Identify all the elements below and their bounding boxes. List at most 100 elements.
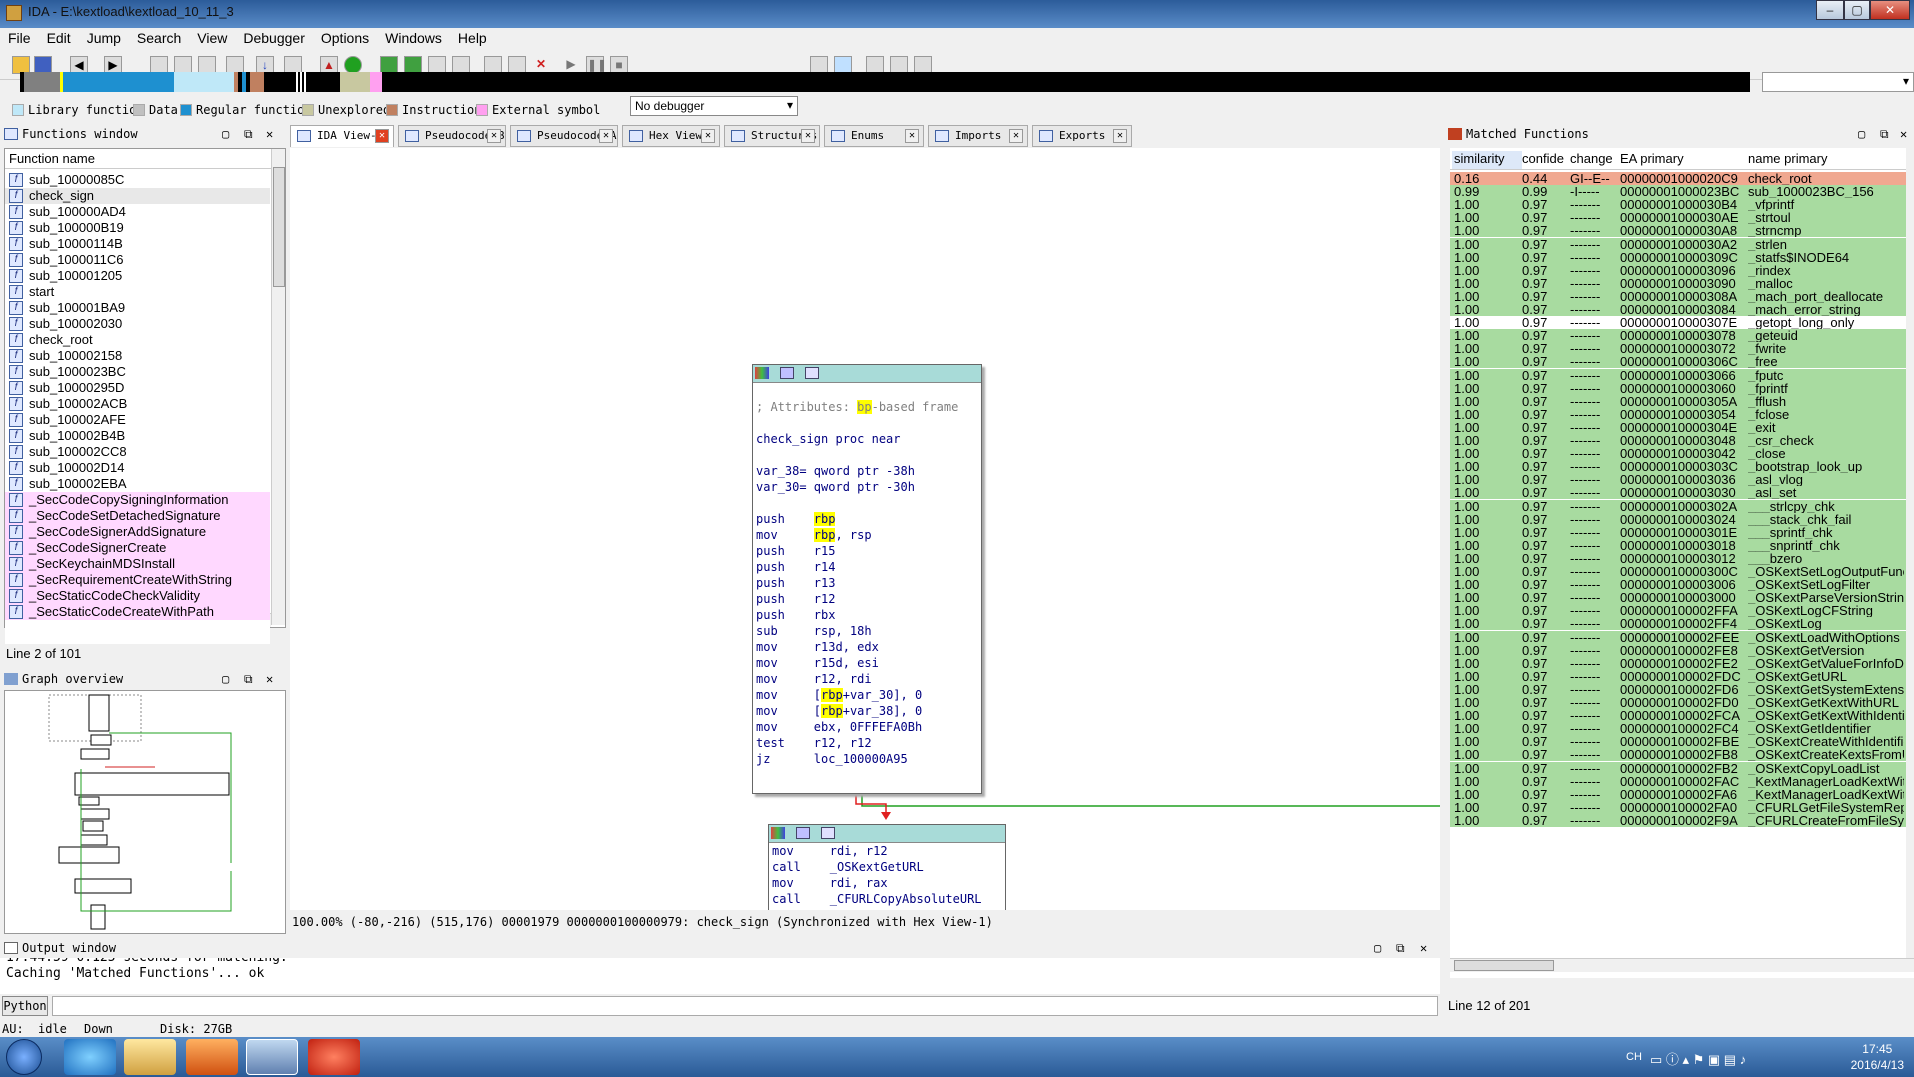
edit-block-icon[interactable] [780, 367, 795, 379]
table-row[interactable]: 0.99 0.99 -I----- 00000001000023BC sub_10000… [1450, 185, 1906, 199]
code-line[interactable] [753, 495, 981, 511]
function-list-item[interactable]: f sub_100002AFE [5, 412, 270, 428]
close-icon[interactable]: ✕ [266, 124, 273, 144]
table-row[interactable]: 1.00 0.97 ------- 0000000100003024 ___stack_… [1450, 512, 1906, 526]
table-row[interactable]: 1.00 0.97 ------- 00000001000030AE _strtoul [1450, 211, 1906, 225]
maximize-button[interactable]: ▢ [1844, 0, 1870, 20]
tab-ida-view-a[interactable]: IDA View-A ✕ [290, 125, 394, 147]
code-line[interactable]: push r15 [753, 543, 981, 559]
table-row[interactable]: 1.00 0.97 ------- 0000000100003030 _asl_set [1450, 486, 1906, 500]
table-row[interactable]: 1.00 0.97 ------- 0000000100002FD6 _OSKextGe… [1450, 682, 1906, 696]
segment-select[interactable]: ▾ [1762, 72, 1914, 92]
tab-exports[interactable]: Exports ✕ [1032, 125, 1132, 147]
code-line[interactable]: mov rdi, rax [769, 875, 1005, 891]
restore-icon[interactable]: ⧉ [1880, 124, 1889, 144]
menu-jump[interactable]: Jump [79, 28, 129, 48]
minimize-button[interactable]: – [1816, 0, 1844, 20]
tab-structures[interactable]: Structures ✕ [724, 125, 820, 147]
table-row[interactable]: 1.00 0.97 ------- 00000001000030B4 _vfprintf [1450, 198, 1906, 212]
code-line[interactable]: mov rdi, r12 [769, 843, 1005, 859]
function-list-item[interactable]: f sub_100002D14 [5, 460, 270, 476]
navigation-band[interactable] [20, 72, 1750, 92]
function-list-item[interactable]: f _SecRequirementCreateWithString [5, 572, 270, 588]
code-line[interactable]: mov [rbp+var_38], 0 [753, 703, 981, 719]
media-player-icon[interactable] [186, 1039, 238, 1075]
column-header-name-primary[interactable]: name primary [1748, 151, 1827, 166]
table-row[interactable]: 1.00 0.97 ------- 000000010000300C _OSKextSe… [1450, 565, 1906, 578]
table-row[interactable]: 1.00 0.97 ------- 0000000100003054 _fclose [1450, 407, 1906, 421]
float-icon[interactable]: ▢ [1374, 938, 1381, 958]
table-row[interactable]: 1.00 0.97 ------- 0000000100003066 _fputc [1450, 368, 1906, 382]
close-tab-icon[interactable]: ✕ [801, 129, 815, 143]
function-list-item[interactable]: f _SecCodeSetDetachedSignature [5, 508, 270, 524]
column-header-change[interactable]: change [1570, 151, 1613, 166]
column-header-confidence[interactable]: confide [1522, 151, 1564, 166]
table-row[interactable]: 1.00 0.97 ------- 0000000100002FE8 _OSKextGe… [1450, 643, 1906, 657]
function-list-item[interactable]: f sub_100002ACB [5, 396, 270, 412]
table-row[interactable]: 1.00 0.97 ------- 0000000100003084 _mach_err… [1450, 303, 1906, 316]
function-list-item[interactable]: f sub_100002B4B [5, 428, 270, 444]
table-row[interactable]: 1.00 0.97 ------- 0000000100002FC4 _OSKextGe… [1450, 722, 1906, 736]
code-line[interactable]: push r13 [753, 575, 981, 591]
function-list-item[interactable]: f sub_100002CC8 [5, 444, 270, 460]
explorer-icon[interactable] [124, 1039, 176, 1075]
table-row[interactable]: 1.00 0.97 ------- 0000000100003048 _csr_chec… [1450, 434, 1906, 447]
menu-windows[interactable]: Windows [377, 28, 450, 48]
table-row[interactable]: 1.00 0.97 ------- 0000000100003012 ___bzero [1450, 551, 1906, 565]
close-icon[interactable]: ✕ [266, 669, 273, 689]
group-icon[interactable] [805, 367, 820, 379]
tab-enums[interactable]: Enums ✕ [824, 125, 924, 147]
start-button[interactable] [6, 1039, 42, 1075]
code-line[interactable]: mov r12, rdi [753, 671, 981, 687]
column-header-similarity[interactable]: similarity [1452, 151, 1522, 169]
restore-icon[interactable]: ⧉ [244, 669, 253, 689]
function-list-item[interactable]: f _SecStaticCodeCheckValidity [5, 588, 270, 604]
code-line[interactable]: call _OSKextGetURL [769, 859, 1005, 875]
function-list-item[interactable]: f check_sign [5, 188, 270, 204]
menu-view[interactable]: View [189, 28, 235, 48]
column-header-ea-primary[interactable]: EA primary [1620, 151, 1684, 166]
close-icon[interactable]: ✕ [1900, 124, 1907, 144]
group-icon[interactable] [821, 827, 836, 839]
table-row[interactable]: 1.00 0.97 ------- 0000000100002FF4 _OSKextLo… [1450, 617, 1906, 631]
code-line[interactable]: mov r13d, edx [753, 639, 981, 655]
code-line[interactable]: var_30= qword ptr -30h [753, 479, 981, 495]
table-row[interactable]: 1.00 0.97 ------- 000000010000305A _fflush [1450, 394, 1906, 408]
table-row[interactable]: 1.00 0.97 ------- 0000000100002FEE _OSKextLo… [1450, 630, 1906, 644]
table-row[interactable]: 1.00 0.97 ------- 0000000100002FDC _OSKextGe… [1450, 669, 1906, 683]
code-line[interactable]: push r12 [753, 591, 981, 607]
table-row[interactable]: 1.00 0.97 ------- 0000000100003000 _OSKextPa… [1450, 591, 1906, 605]
close-tab-icon[interactable]: ✕ [599, 129, 613, 143]
table-row[interactable]: 1.00 0.97 ------- 000000010000301E ___sprint… [1450, 525, 1906, 539]
table-row[interactable]: 1.00 0.97 ------- 0000000100002FA0 _CFURLGet… [1450, 800, 1906, 814]
code-line[interactable]: call _CFURLCopyAbsoluteURL [769, 891, 1005, 907]
table-row[interactable]: 1.00 0.97 ------- 0000000100003018 ___snprin… [1450, 538, 1906, 552]
table-row[interactable]: 1.00 0.97 ------- 00000001000030A2 _strlen [1450, 237, 1906, 251]
code-line[interactable]: sub rsp, 18h [753, 623, 981, 639]
table-row[interactable]: 1.00 0.97 ------- 0000000100003036 _asl_vlog [1450, 473, 1906, 487]
function-list-item[interactable]: f sub_100001205 [5, 268, 270, 284]
float-icon[interactable]: ▢ [222, 669, 229, 689]
table-row[interactable]: 1.00 0.97 ------- 0000000100003078 _geteuid [1450, 329, 1906, 343]
close-tab-icon[interactable]: ✕ [905, 129, 919, 143]
table-row[interactable]: 1.00 0.97 ------- 000000010000306C _free [1450, 355, 1906, 369]
column-header-function-name[interactable]: Function name [5, 149, 271, 169]
table-row[interactable]: 1.00 0.97 ------- 0000000100002FB2 _OSKextCo… [1450, 761, 1906, 775]
tray-icons[interactable]: ▭ ⓘ ▴ ⚑ ▣ ▤ ♪ [1650, 1049, 1746, 1068]
function-list-item[interactable]: f sub_100000AD4 [5, 204, 270, 220]
function-list-item[interactable]: f start [5, 284, 270, 300]
code-line[interactable] [753, 383, 981, 399]
scrollbar[interactable] [1906, 148, 1914, 958]
table-row[interactable]: 1.00 0.97 ------- 0000000100003006 _OSKextSe… [1450, 578, 1906, 592]
float-icon[interactable]: ▢ [222, 124, 229, 144]
code-line[interactable]: var_38= qword ptr -38h [753, 463, 981, 479]
table-row[interactable]: 1.00 0.97 ------- 0000000100003090 _malloc [1450, 276, 1906, 290]
table-row[interactable]: 0.16 0.44 GI--E-- 00000001000020C9 check_roo… [1450, 172, 1906, 185]
table-row[interactable]: 1.00 0.97 ------- 000000010000302A ___strlcp… [1450, 499, 1906, 513]
function-list-item[interactable]: f _SecCodeSignerCreate [5, 540, 270, 556]
menu-options[interactable]: Options [313, 28, 377, 48]
table-row[interactable]: 1.00 0.97 ------- 0000000100002FE2 _OSKextGe… [1450, 656, 1906, 670]
function-list-item[interactable]: f sub_1000023BC [5, 364, 270, 380]
close-tab-icon[interactable]: ✕ [1113, 129, 1127, 143]
table-row[interactable]: 1.00 0.97 ------- 0000000100002FBE _OSKextCr… [1450, 735, 1906, 749]
